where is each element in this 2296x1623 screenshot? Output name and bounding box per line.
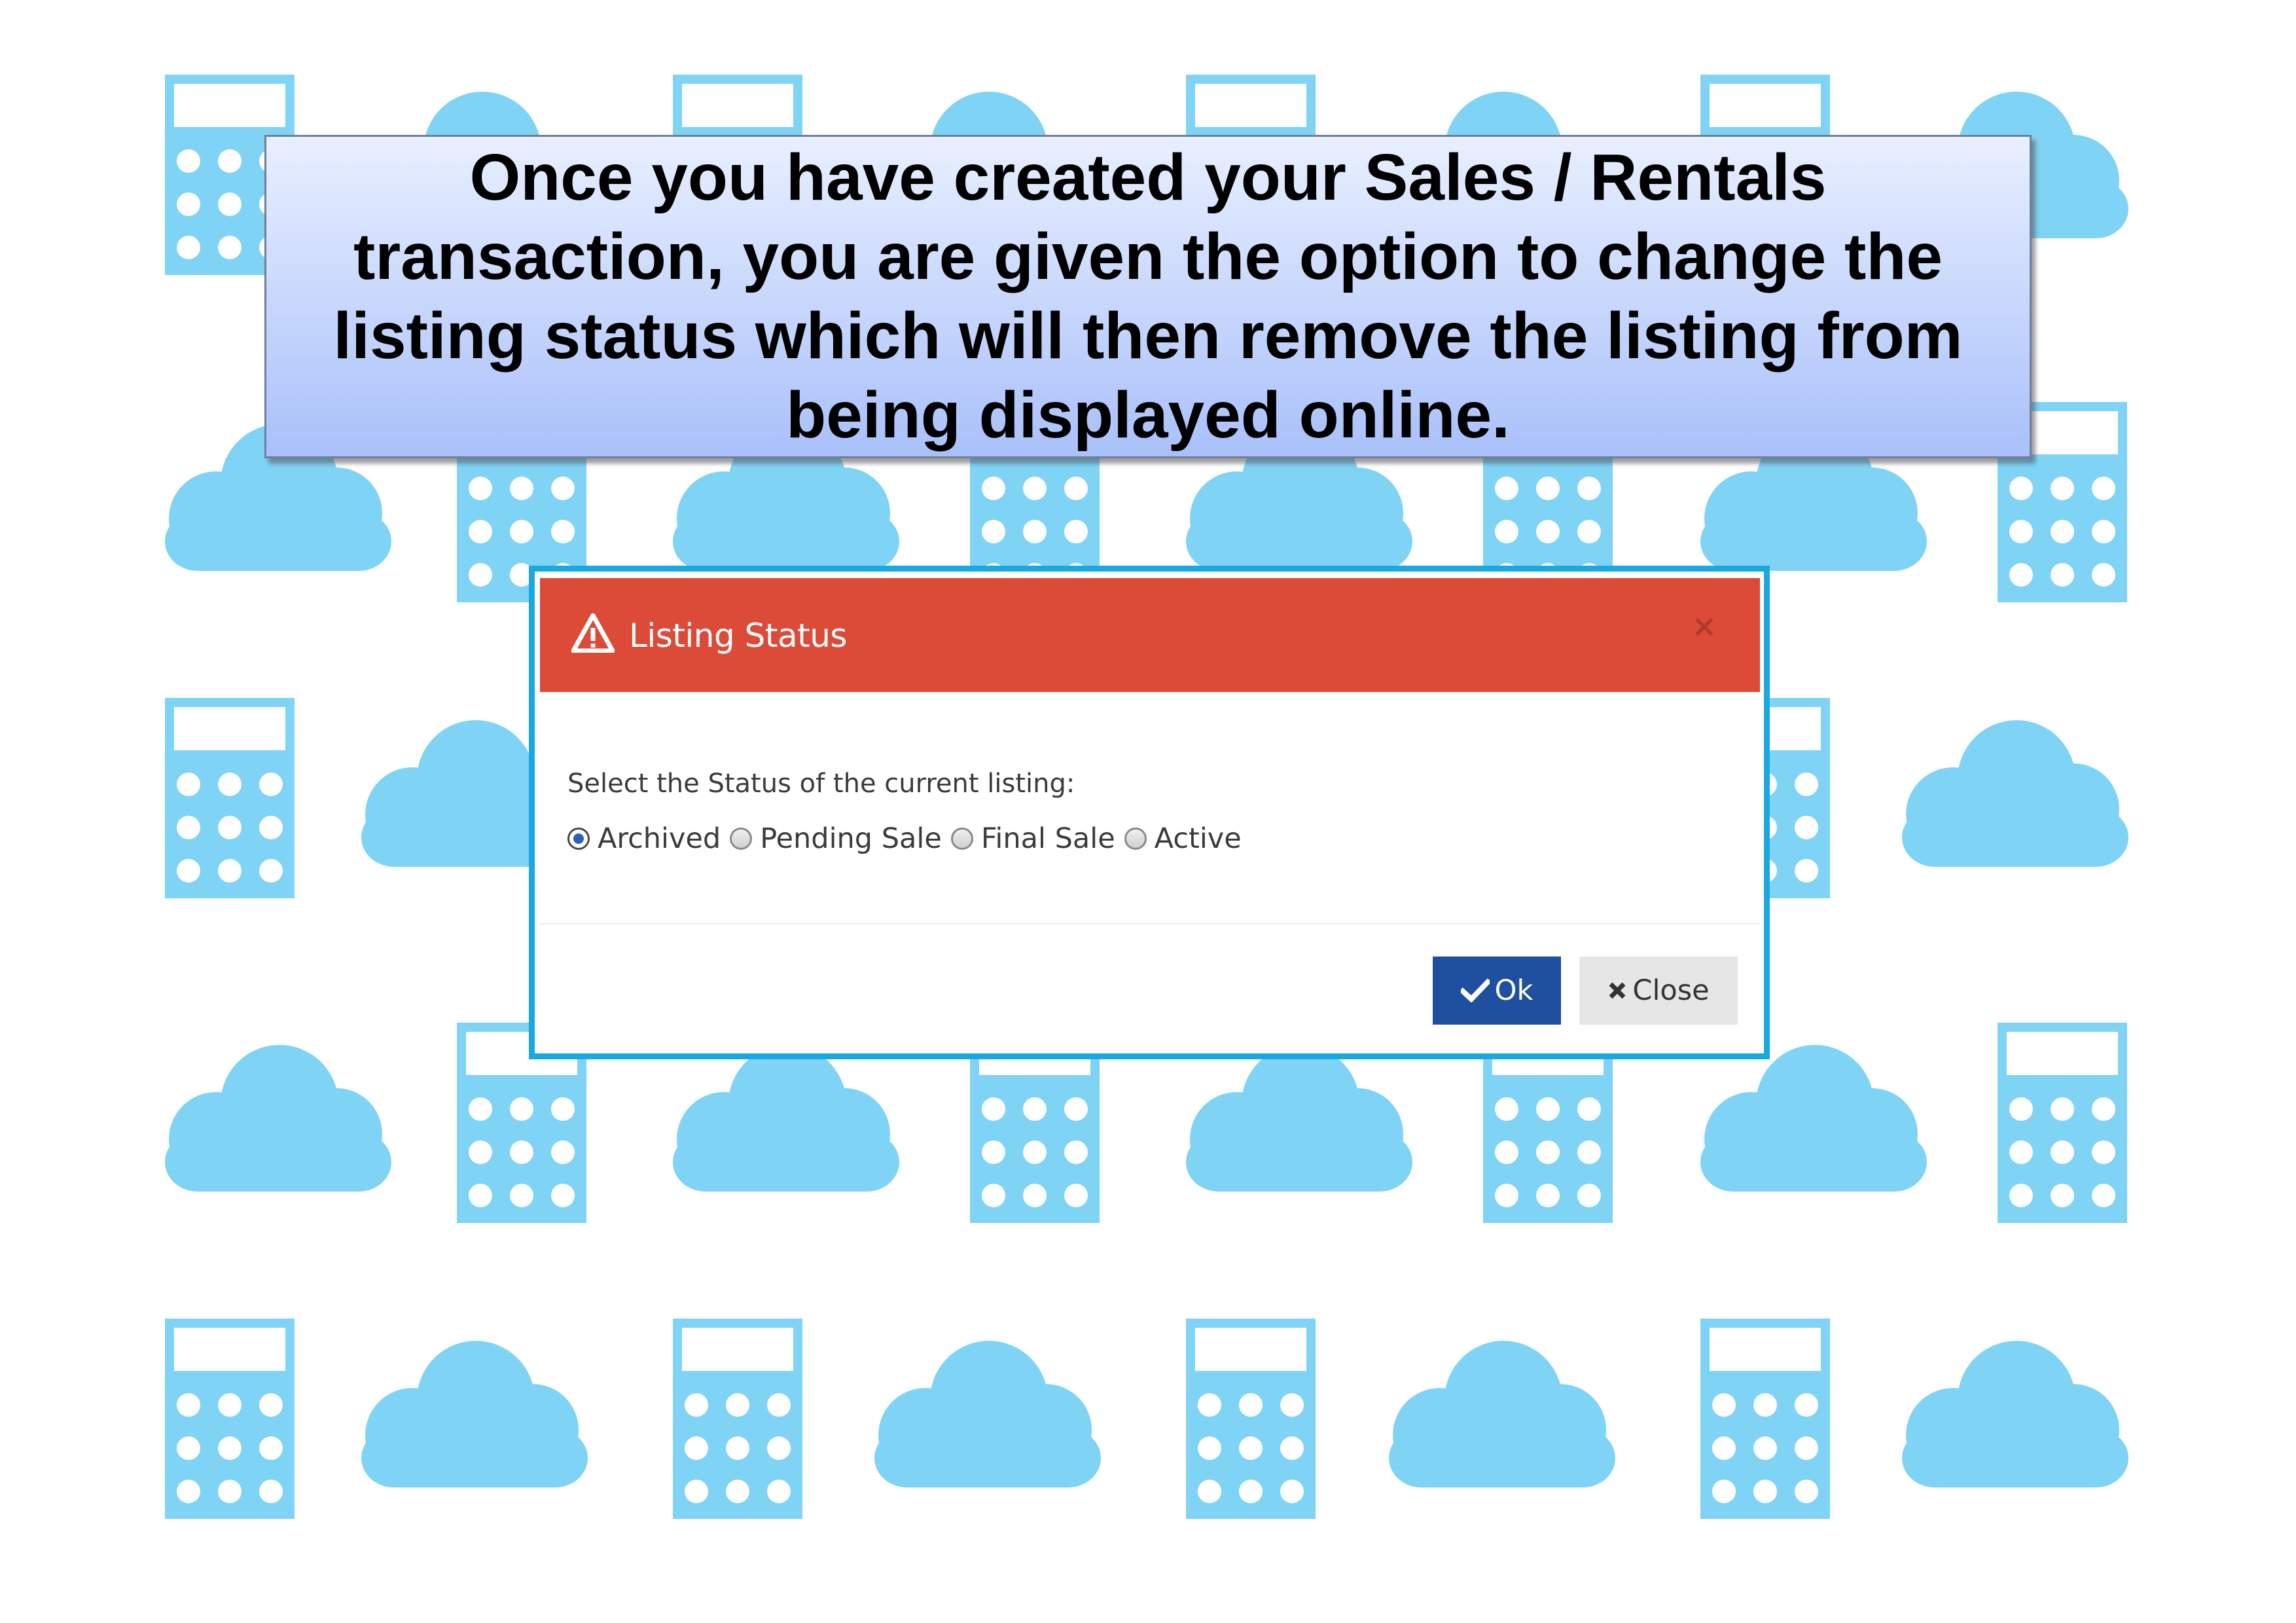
- dialog-title: Listing Status: [629, 617, 847, 655]
- footer-divider: [540, 923, 1760, 924]
- dialog-header: Listing Status ×: [540, 578, 1760, 692]
- radio-option-archived[interactable]: Archived: [567, 822, 721, 856]
- ok-button-label: Ok: [1494, 974, 1534, 1007]
- dialog-close-icon[interactable]: ×: [1691, 610, 1717, 642]
- radio-button-archived[interactable]: [567, 828, 590, 850]
- radio-label-active: Active: [1154, 822, 1242, 855]
- radio-button-active[interactable]: [1124, 828, 1147, 850]
- radio-option-active[interactable]: Active: [1124, 822, 1242, 856]
- radio-button-final-sale[interactable]: [950, 828, 973, 850]
- radio-option-pending-sale[interactable]: Pending Sale: [730, 822, 942, 856]
- radio-option-final-sale[interactable]: Final Sale: [950, 822, 1115, 856]
- caption-text: Once you have created your Sales / Renta…: [333, 141, 1963, 452]
- caption-banner: Once you have created your Sales / Renta…: [264, 135, 2032, 458]
- radio-label-archived: Archived: [598, 822, 721, 855]
- check-icon: [1460, 979, 1490, 1002]
- close-button-label: Close: [1632, 974, 1710, 1007]
- status-prompt: Select the Status of the current listing…: [567, 769, 1075, 799]
- x-icon: [1609, 982, 1626, 999]
- radio-button-pending-sale[interactable]: [730, 828, 753, 850]
- ok-button[interactable]: Ok: [1433, 957, 1561, 1025]
- close-button[interactable]: Close: [1579, 957, 1738, 1025]
- warning-triangle-icon: [571, 613, 615, 653]
- dialog-body: Select the Status of the current listing…: [567, 768, 1738, 856]
- status-radio-group: Archived Pending Sale Final Sale Active: [567, 822, 1738, 856]
- radio-label-final-sale: Final Sale: [980, 822, 1115, 855]
- listing-status-dialog: Listing Status × Select the Status of th…: [529, 566, 1770, 1059]
- radio-label-pending-sale: Pending Sale: [760, 822, 942, 855]
